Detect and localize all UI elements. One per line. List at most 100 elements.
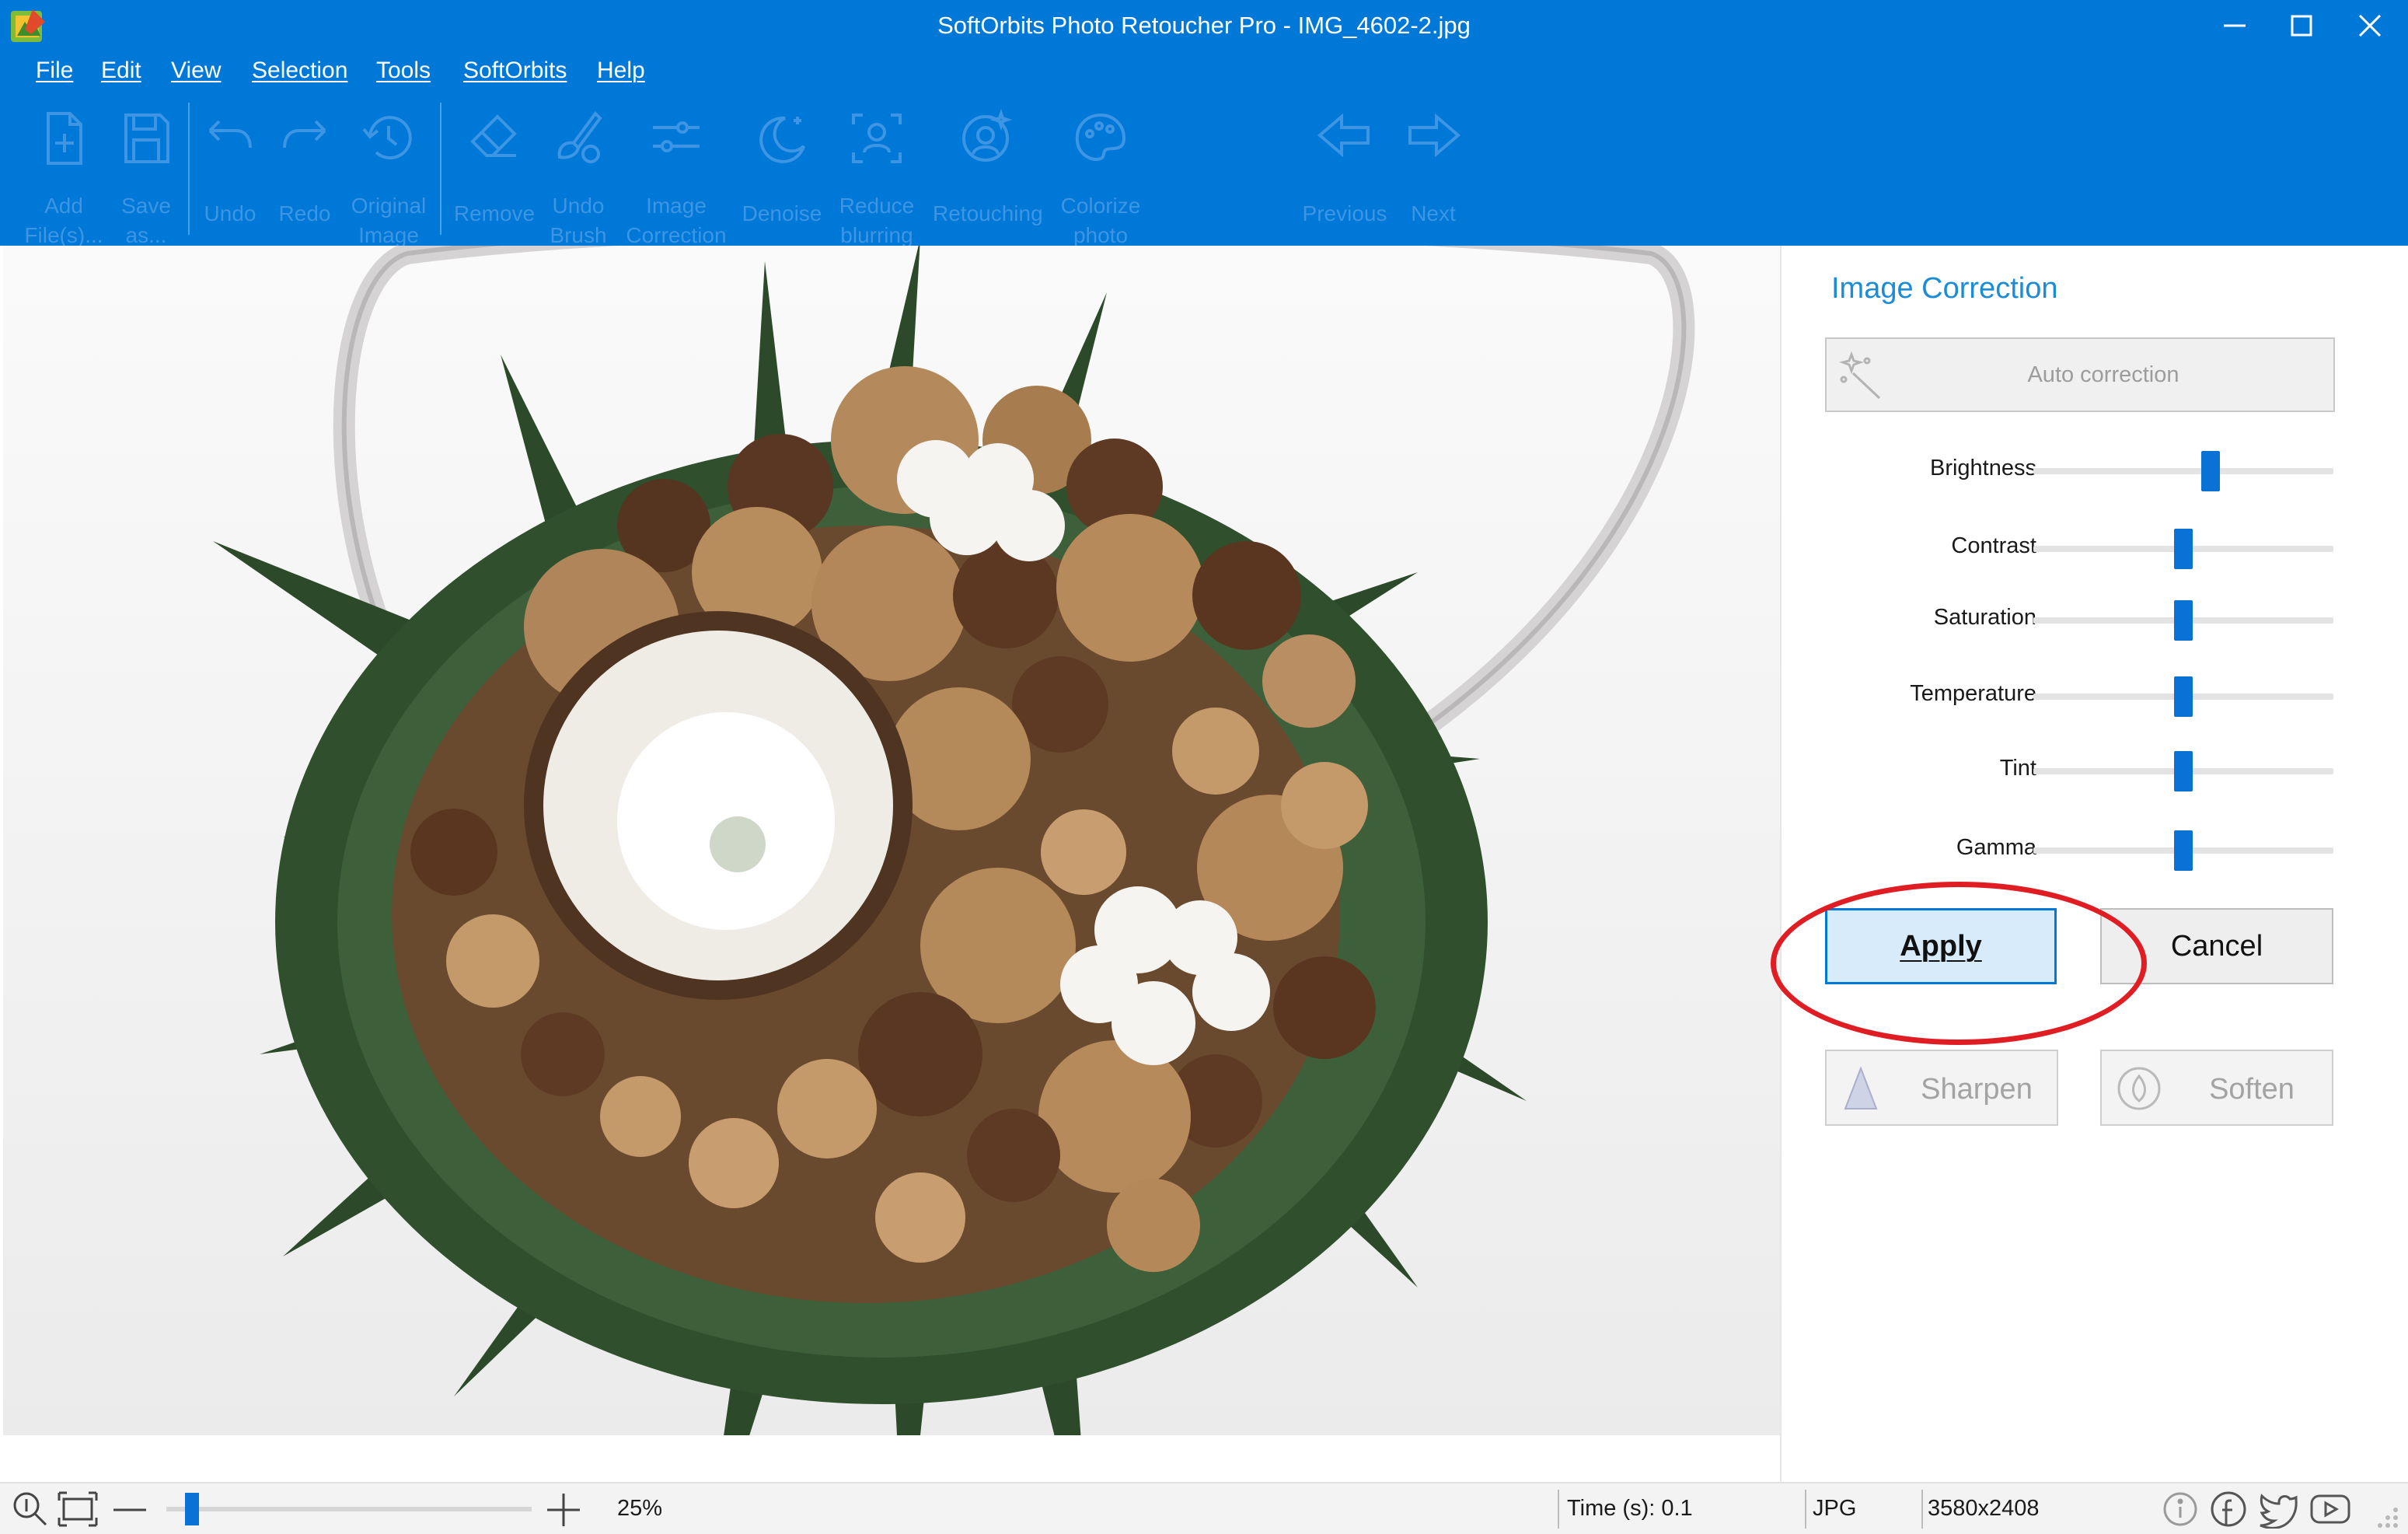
contrast-label: Contrast <box>1951 533 2036 558</box>
image-correction-button[interactable]: Image Correction <box>626 107 727 247</box>
sharpen-icon <box>1844 1066 1878 1109</box>
image-dimensions: 3580x2408 <box>1928 1496 2040 1521</box>
reduce-blurring-label-2: blurring <box>840 223 913 247</box>
contrast-slider[interactable] <box>2174 529 2193 569</box>
previous-label: Previous <box>1302 201 1387 225</box>
apply-button[interactable]: Apply <box>1825 908 2057 984</box>
photo-canvas[interactable] <box>3 246 1780 1435</box>
status-separator <box>1558 1490 1559 1529</box>
sharpen-label: Sharpen <box>1921 1073 2033 1106</box>
redo-icon <box>283 120 326 149</box>
twitter-icon[interactable] <box>2257 1490 2299 1529</box>
saturation-slider[interactable] <box>2174 600 2193 641</box>
zoom-actual-size-icon[interactable] <box>11 1490 50 1529</box>
file-format: JPG <box>1813 1496 1857 1521</box>
colorize-photo-label-1: Colorize <box>1060 194 1141 218</box>
menu-help[interactable]: Help <box>597 58 645 84</box>
close-icon <box>2358 14 2382 37</box>
gamma-slider-row: Gamma <box>1782 826 2408 872</box>
toolbar: Add File(s)... Save as... Undo Redo Origi <box>0 90 2408 247</box>
youtube-icon[interactable] <box>2309 1490 2352 1529</box>
undo-label: Undo <box>204 201 257 225</box>
photo-image <box>213 246 1695 1435</box>
next-button[interactable]: Next <box>1387 107 1480 247</box>
soften-icon <box>2117 1067 2161 1110</box>
zoom-out-icon[interactable] <box>110 1490 149 1529</box>
original-image-button[interactable]: Original Image <box>342 107 435 247</box>
brightness-label: Brightness <box>1929 456 2036 480</box>
zoom-level: 25% <box>617 1496 663 1521</box>
minimize-button[interactable] <box>2201 0 2268 51</box>
processing-time: Time (s): 0.1 <box>1567 1496 1693 1521</box>
menu-softorbits[interactable]: SoftOrbits <box>463 58 567 84</box>
menu-tools[interactable]: Tools <box>376 58 431 84</box>
tint-slider[interactable] <box>2174 751 2193 791</box>
menu-selection[interactable]: Selection <box>252 58 347 84</box>
gamma-label: Gamma <box>1956 835 2036 860</box>
next-label: Next <box>1411 201 1456 225</box>
add-file-icon <box>47 112 82 165</box>
soften-button[interactable]: Soften <box>2100 1050 2333 1126</box>
focus-person-icon <box>852 114 902 163</box>
maximize-button[interactable] <box>2268 0 2335 51</box>
info-icon[interactable] <box>2161 1490 2200 1529</box>
retouching-label: Retouching <box>933 201 1043 225</box>
apply-label: Apply <box>1900 930 1982 963</box>
save-as-label-2: as... <box>125 223 167 247</box>
save-as-label-1: Save <box>121 194 171 218</box>
resize-grip-icon[interactable] <box>2371 1501 2402 1532</box>
menu-view[interactable]: View <box>171 58 221 84</box>
colorize-photo-button[interactable]: Colorize photo <box>1054 107 1147 247</box>
moon-stars-icon <box>759 116 805 163</box>
sharpen-button[interactable]: Sharpen <box>1825 1050 2058 1126</box>
retouching-button[interactable]: Retouching <box>933 107 1043 247</box>
cancel-button[interactable]: Cancel <box>2100 908 2333 984</box>
arrow-right-icon <box>1408 113 1461 158</box>
palette-icon <box>1075 113 1126 161</box>
app-window: SoftOrbits Photo Retoucher Pro - IMG_460… <box>0 0 2408 1534</box>
menu-file[interactable]: File <box>36 58 73 84</box>
gamma-slider[interactable] <box>2174 830 2193 871</box>
title-bar: SoftOrbits Photo Retoucher Pro - IMG_460… <box>0 0 2408 54</box>
denoise-label: Denoise <box>742 201 822 225</box>
minimize-icon <box>2224 24 2246 27</box>
reduce-blurring-button[interactable]: Reduce blurring <box>830 107 923 247</box>
zoom-in-icon[interactable] <box>544 1490 583 1529</box>
menu-edit[interactable]: Edit <box>101 58 141 84</box>
face-retouch-icon <box>962 108 1013 162</box>
brightness-track[interactable] <box>2033 468 2333 474</box>
saturation-slider-row: Saturation <box>1782 596 2408 642</box>
history-icon <box>362 116 412 160</box>
panel-title: Image Correction <box>1831 272 2058 305</box>
auto-correction-label: Auto correction <box>2027 362 2179 387</box>
temperature-slider-row: Temperature <box>1782 672 2408 718</box>
image-correction-label-2: Correction <box>626 223 727 247</box>
image-correction-label-1: Image <box>646 194 707 218</box>
save-icon <box>124 114 169 163</box>
previous-button[interactable]: Previous <box>1298 107 1391 247</box>
original-image-label-2: Image <box>358 223 419 247</box>
facebook-icon[interactable] <box>2209 1490 2248 1529</box>
sliders-icon <box>653 121 700 152</box>
zoom-slider[interactable] <box>184 1493 199 1525</box>
temperature-slider[interactable] <box>2174 676 2193 717</box>
soften-label: Soften <box>2209 1073 2295 1106</box>
tint-label: Tint <box>1999 756 2036 781</box>
zoom-slider-track[interactable] <box>166 1507 532 1511</box>
status-bar: 25% Time (s): 0.1 JPG 3580x2408 <box>0 1482 2408 1534</box>
brush-icon <box>557 110 602 163</box>
undo-brush-button[interactable]: Undo Brush <box>532 107 625 247</box>
auto-correction-button[interactable]: Auto correction <box>1825 337 2335 412</box>
fit-to-window-icon[interactable] <box>56 1490 99 1529</box>
temperature-label: Temperature <box>1910 681 2036 706</box>
undo-icon <box>208 120 252 149</box>
undo-brush-label-2: Brush <box>550 223 607 247</box>
tint-slider-row: Tint <box>1782 746 2408 793</box>
brightness-slider[interactable] <box>2200 451 2220 491</box>
denoise-button[interactable]: Denoise <box>735 107 829 247</box>
close-button[interactable] <box>2336 0 2403 51</box>
brightness-slider-row: Brightness <box>1782 446 2408 493</box>
saturation-label: Saturation <box>1933 605 2036 630</box>
reduce-blurring-label-1: Reduce <box>839 194 915 218</box>
add-files-label-1: Add <box>44 194 83 218</box>
